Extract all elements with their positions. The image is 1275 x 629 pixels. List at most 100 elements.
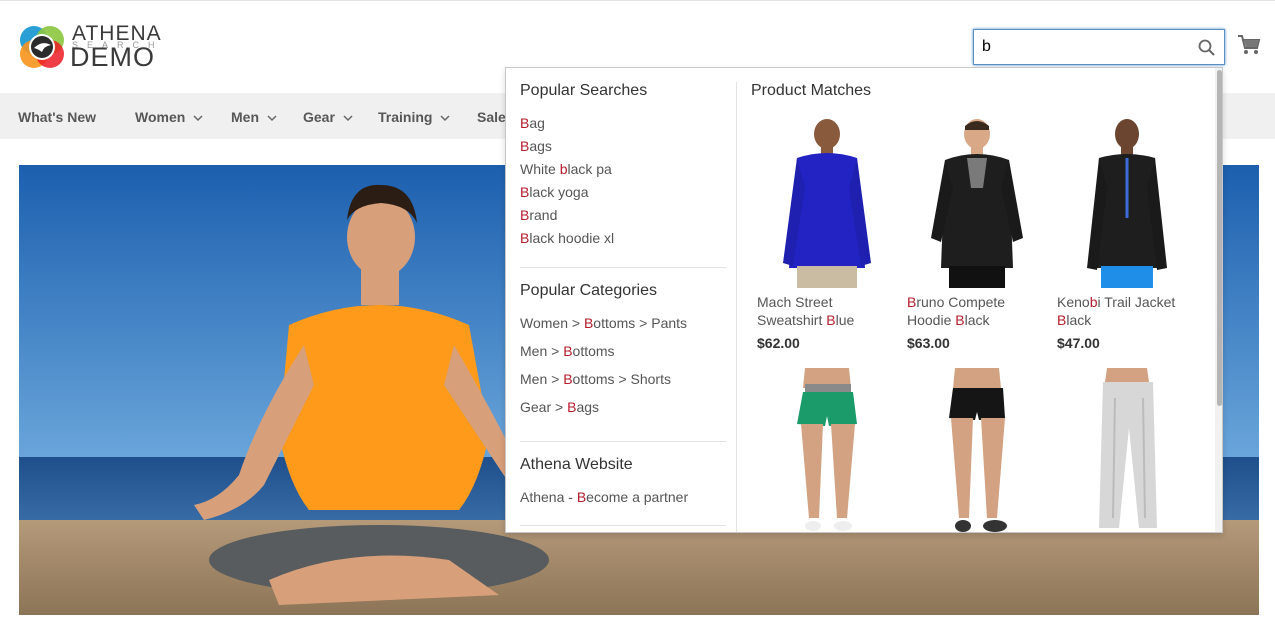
match-highlight: B <box>520 230 530 246</box>
product-card[interactable]: Kenobi Trail Jacket Black $47.00 <box>1057 118 1197 358</box>
match-highlight: B <box>955 312 965 328</box>
item-text: ag <box>529 115 545 131</box>
dropdown-scrollbar[interactable] <box>1215 68 1222 532</box>
product-image[interactable] <box>1057 118 1197 288</box>
category-item[interactable]: Men > Bottoms > Shorts <box>520 371 671 387</box>
popular-search-item[interactable]: Bag <box>520 115 545 131</box>
nav-label: Women <box>135 109 186 125</box>
item-text: lack hoodie xl <box>529 230 615 246</box>
product-image[interactable] <box>907 118 1047 288</box>
item-text: ottoms <box>572 343 615 359</box>
popular-search-item[interactable]: Brand <box>520 207 557 223</box>
search-input[interactable] <box>982 37 1182 57</box>
item-text: ecome a partner <box>586 489 689 505</box>
search-autocomplete-dropdown: Popular Searches Bag Bags White black pa… <box>505 67 1223 533</box>
item-text: ottoms > Shorts <box>572 371 671 387</box>
popular-search-item[interactable]: White black pa <box>520 161 612 177</box>
product-card[interactable] <box>1057 368 1197 533</box>
popular-categories-title: Popular Categories <box>520 282 657 299</box>
category-item[interactable]: Gear > Bags <box>520 399 599 415</box>
product-price: $47.00 <box>1057 335 1100 351</box>
name-text: lack <box>1066 312 1092 328</box>
item-text: Gear > <box>520 399 568 415</box>
cart-icon[interactable] <box>1237 34 1261 56</box>
nav-label: Sale <box>477 109 506 125</box>
nav-item-whats-new[interactable]: What's New <box>18 109 96 125</box>
name-text: lue <box>835 312 855 328</box>
product-card[interactable]: Mach Street Sweatshirt Blue $62.00 <box>757 118 897 358</box>
name-text: Mach Street Sweatshirt <box>757 294 833 328</box>
scrollbar-thumb[interactable] <box>1217 70 1222 406</box>
match-highlight: B <box>520 138 530 154</box>
match-highlight: B <box>583 315 594 331</box>
match-highlight: B <box>826 312 836 328</box>
product-price: $63.00 <box>907 335 950 351</box>
match-highlight: B <box>907 294 917 310</box>
item-text: ags <box>529 138 552 154</box>
item-text: ags <box>576 399 600 415</box>
match-highlight: B <box>576 489 587 505</box>
category-item[interactable]: Women > Bottoms > Pants <box>520 315 687 331</box>
athena-website-title: Athena Website <box>520 456 633 473</box>
nav-item-gear[interactable]: Gear <box>303 109 353 125</box>
match-highlight: b <box>1089 294 1098 310</box>
product-image[interactable] <box>1057 368 1197 533</box>
match-highlight: B <box>563 343 573 359</box>
nav-label: Gear <box>303 109 335 125</box>
logo-mark-icon <box>20 26 64 68</box>
chevron-down-icon <box>343 115 353 122</box>
search-icon[interactable] <box>1197 38 1217 58</box>
chevron-down-icon <box>193 115 203 122</box>
section-divider <box>520 267 726 268</box>
nav-label: Training <box>378 109 433 125</box>
product-image[interactable] <box>757 368 897 533</box>
item-text: Athena - <box>520 489 577 505</box>
popular-searches-title: Popular Searches <box>520 82 648 99</box>
section-divider <box>520 525 726 526</box>
product-card[interactable] <box>757 368 897 533</box>
item-text: lack pa <box>567 161 612 177</box>
name-text: i Trail Jacket <box>1097 294 1176 310</box>
product-name[interactable]: Kenobi Trail Jacket Black <box>1057 293 1197 329</box>
product-matches-title: Product Matches <box>751 82 872 99</box>
nav-item-training[interactable]: Training <box>378 109 450 125</box>
match-highlight: B <box>520 115 530 131</box>
chevron-down-icon <box>267 115 277 122</box>
column-divider <box>736 82 737 532</box>
product-name[interactable]: Mach Street Sweatshirt Blue <box>757 293 897 329</box>
nav-item-sale[interactable]: Sale <box>477 109 506 125</box>
website-item[interactable]: Athena - Become a partner <box>520 489 688 505</box>
popular-search-item[interactable]: Black hoodie xl <box>520 230 614 246</box>
match-highlight: B <box>520 184 530 200</box>
item-text: ottoms > Pants <box>593 315 688 331</box>
item-text: lack yoga <box>529 184 589 200</box>
logo-text-demo: DEMO <box>70 42 155 72</box>
name-text: lack <box>964 312 990 328</box>
match-highlight: B <box>520 207 530 223</box>
popular-search-item[interactable]: Bags <box>520 138 552 154</box>
product-card[interactable] <box>907 368 1047 533</box>
nav-item-women[interactable]: Women <box>135 109 203 125</box>
item-text: Men > <box>520 343 564 359</box>
item-text: Women > <box>520 315 584 331</box>
product-name[interactable]: Bruno Compete Hoodie Black <box>907 293 1047 329</box>
match-highlight: B <box>563 371 573 387</box>
product-price: $62.00 <box>757 335 800 351</box>
name-text: Keno <box>1057 294 1090 310</box>
nav-item-men[interactable]: Men <box>231 109 277 125</box>
chevron-down-icon <box>440 115 450 122</box>
product-image[interactable] <box>757 118 897 288</box>
site-logo[interactable]: ATHENA SEARCH DEMO <box>18 20 168 72</box>
item-text: Men > <box>520 371 564 387</box>
item-text: rand <box>529 207 558 223</box>
product-image[interactable] <box>907 368 1047 533</box>
nav-label: What's New <box>18 109 97 125</box>
top-border <box>0 0 1275 1</box>
category-item[interactable]: Men > Bottoms <box>520 343 615 359</box>
popular-search-item[interactable]: Black yoga <box>520 184 589 200</box>
item-text: White <box>520 161 560 177</box>
section-divider <box>520 441 726 442</box>
search-box <box>973 29 1225 65</box>
product-card[interactable]: Bruno Compete Hoodie Black $63.00 <box>907 118 1047 358</box>
nav-label: Men <box>231 109 259 125</box>
